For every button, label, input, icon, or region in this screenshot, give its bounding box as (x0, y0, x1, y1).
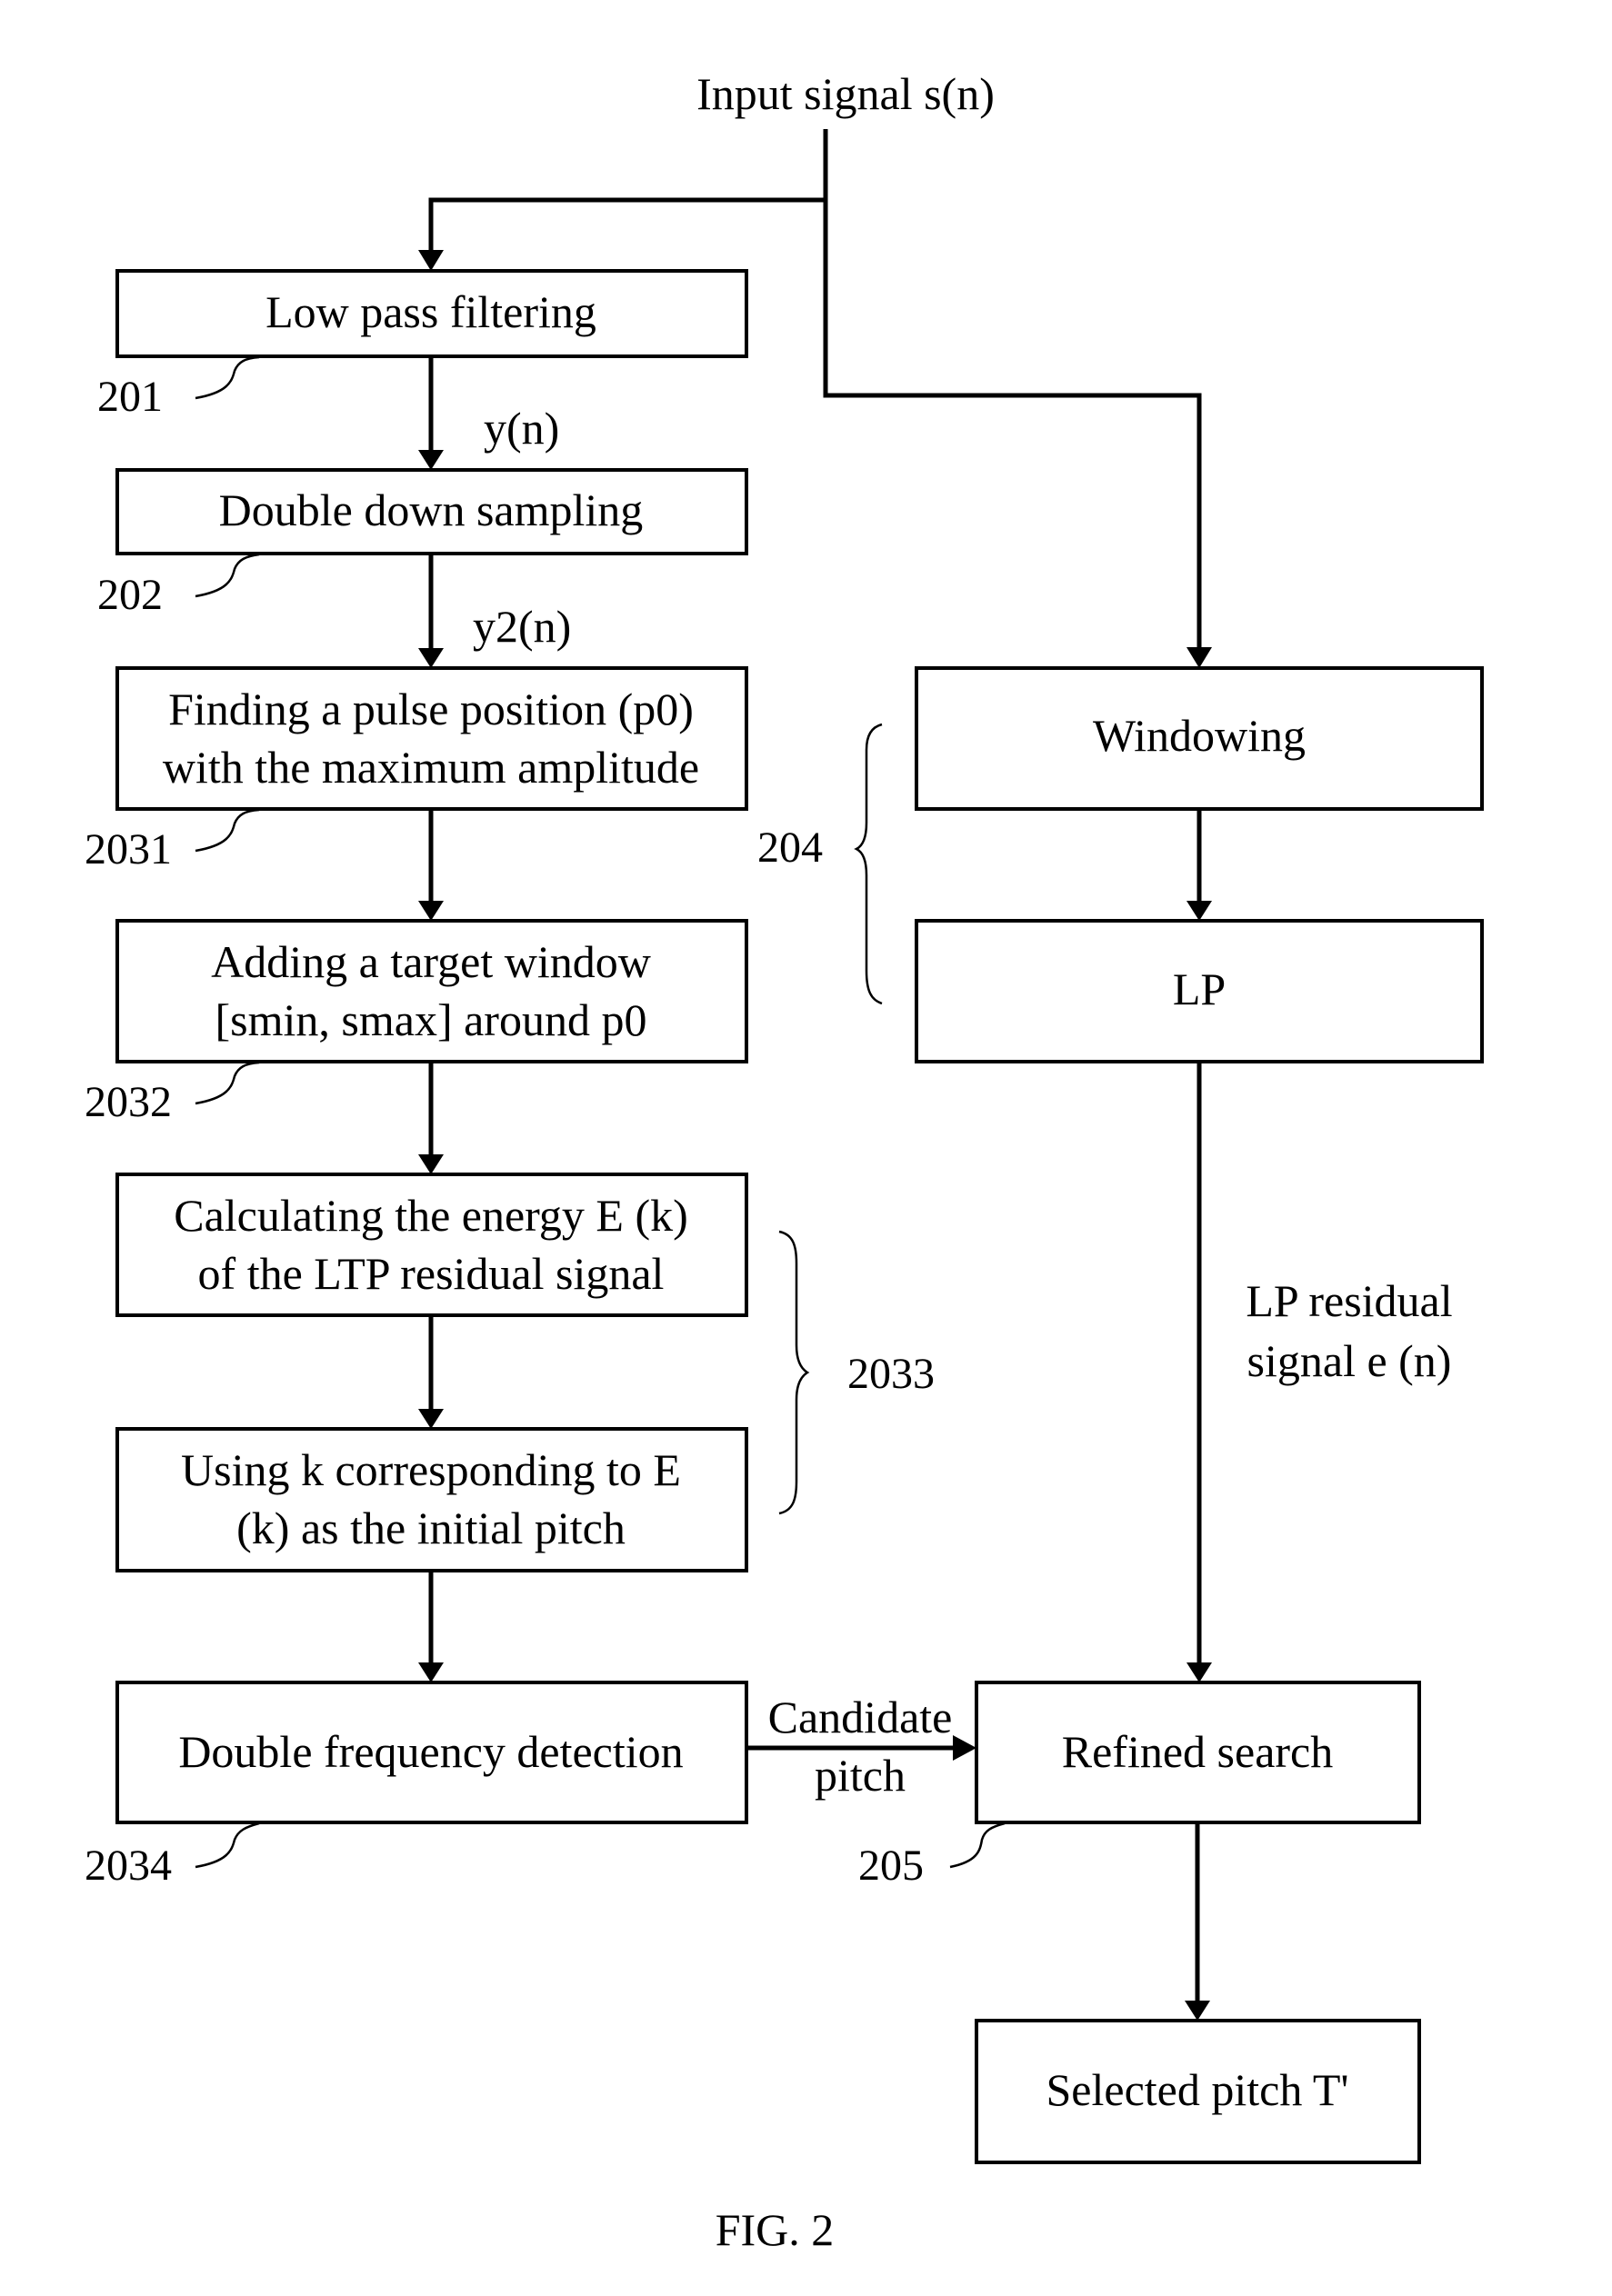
ref-number-2032: 2032 (85, 1078, 172, 1126)
brace-204: 204 (757, 723, 883, 1005)
ref-number-201: 201 (97, 373, 163, 421)
ref-201: 201 (97, 355, 260, 421)
ref-2032: 2032 (85, 1061, 260, 1126)
step-2032-text-line2: [smin, smax] around p0 (215, 994, 647, 1045)
step-2031-text-line1: Finding a pulse position (p0) (168, 684, 694, 734)
signal-label-yn: y(n) (484, 403, 559, 454)
windowing-text: Windowing (1093, 710, 1306, 761)
step-lp: LP (915, 919, 1484, 1063)
step-selected-pitch: Selected pitch T' (975, 2019, 1421, 2164)
step-2033b-text-line1: Using k corresponding to E (181, 1444, 681, 1495)
lp-residual-label-line2: signal e (n) (1247, 1335, 1452, 1386)
input-signal-label: Input signal s(n) (696, 68, 995, 119)
step-2032-text-line1: Adding a target window (211, 936, 651, 987)
step-202-double-down-sampling: Double down sampling (115, 468, 748, 555)
lp-text: LP (1173, 963, 1226, 1014)
ref-202: 202 (97, 553, 260, 619)
ref-2031: 2031 (85, 808, 260, 873)
ref-number-2031: 2031 (85, 825, 172, 873)
step-201-text: Low pass filtering (265, 286, 596, 337)
step-2033-calc-energy: Calculating the energy E (k) of the LTP … (115, 1173, 748, 1317)
step-2033a-text-line2: of the LTP residual signal (198, 1248, 665, 1299)
input-to-windowing-line (823, 200, 1202, 653)
flowchart: Input signal s(n) Low pass filtering Dou… (85, 68, 1484, 2255)
signal-label-y2n: y2(n) (473, 601, 571, 652)
candidate-label-line1: Candidate (768, 1692, 953, 1742)
input-split-line (428, 129, 828, 255)
step-windowing: Windowing (915, 666, 1484, 811)
candidate-pitch-connector: Candidate pitch (746, 1692, 976, 1801)
ref-number-2034: 2034 (85, 1842, 172, 1890)
ref-number-205: 205 (858, 1842, 924, 1890)
step-2034-text: Double frequency detection (178, 1726, 683, 1777)
step-2033-initial-pitch: Using k corresponding to E (k) as the in… (115, 1427, 748, 1572)
ref-2034: 2034 (85, 1822, 260, 1890)
ref-number-204: 204 (757, 824, 823, 872)
step-205-refined-search: Refined search (975, 1681, 1421, 1824)
selected-pitch-text: Selected pitch T' (1046, 2064, 1349, 2115)
step-2033a-text-line1: Calculating the energy E (k) (174, 1190, 688, 1241)
ref-number-2033: 2033 (847, 1350, 935, 1398)
step-2031-text-line2: with the maximum amplitude (163, 742, 699, 793)
arrowhead-windowing (1186, 647, 1212, 668)
candidate-label-line2: pitch (815, 1750, 906, 1801)
brace-2033: 2033 (778, 1230, 935, 1515)
lp-residual-label-line1: LP residual (1246, 1275, 1452, 1326)
step-2031-find-pulse: Finding a pulse position (p0) with the m… (115, 666, 748, 811)
step-2033b-text-line2: (k) as the initial pitch (236, 1502, 626, 1553)
step-202-text: Double down sampling (219, 484, 644, 535)
refined-search-text: Refined search (1062, 1726, 1333, 1777)
figure-caption: FIG. 2 (716, 2204, 835, 2255)
ref-number-202: 202 (97, 571, 163, 619)
step-2032-target-window: Adding a target window [smin, smax] arou… (115, 919, 748, 1063)
arrowhead-201 (418, 250, 444, 271)
step-201-low-pass-filtering: Low pass filtering (115, 269, 748, 358)
step-2034-double-frequency: Double frequency detection (115, 1681, 748, 1824)
ref-205: 205 (858, 1822, 1006, 1890)
